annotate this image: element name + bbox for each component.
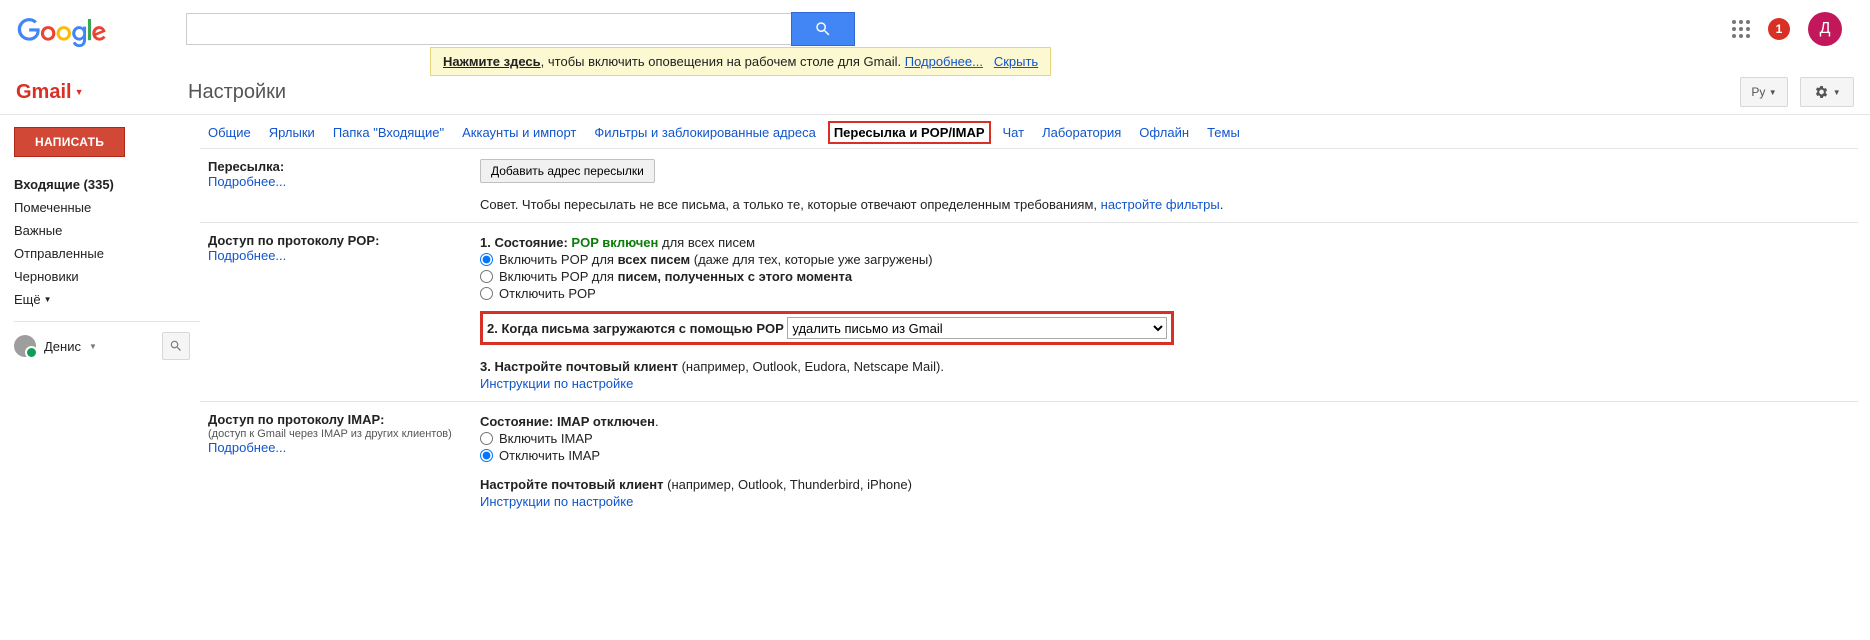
caret-down-icon: ▼ <box>44 295 52 304</box>
tab-0[interactable]: Общие <box>208 125 251 140</box>
tab-8[interactable]: Офлайн <box>1139 125 1189 140</box>
language-button[interactable]: Ру ▼ <box>1740 77 1788 107</box>
notice-hide-link[interactable]: Скрыть <box>994 54 1038 69</box>
forwarding-tip: Совет. Чтобы пересылать не все письма, а… <box>480 197 1850 212</box>
notice-more-link[interactable]: Подробнее... <box>905 54 983 69</box>
sidebar-item-0[interactable]: Входящие (335) <box>14 173 200 196</box>
forwarding-label: Пересылка: <box>208 159 480 174</box>
tab-7[interactable]: Лаборатория <box>1042 125 1121 140</box>
tab-highlight: Пересылка и POP/IMAP <box>828 121 991 144</box>
search-icon <box>814 20 832 38</box>
apps-icon[interactable] <box>1732 20 1750 38</box>
tab-6[interactable]: Чат <box>1003 125 1025 140</box>
imap-label: Доступ по протоколу IMAP: <box>208 412 480 427</box>
pop-option-now[interactable]: Включить POP для писем, полученных с это… <box>480 269 1850 284</box>
pop-label: Доступ по протоколу POP: <box>208 233 480 248</box>
pop-option-off[interactable]: Отключить POP <box>480 286 1850 301</box>
presence-icon <box>14 335 36 357</box>
tab-4[interactable]: Фильтры и заблокированные адреса <box>594 125 815 140</box>
pop-action-highlight: 2. Когда письма загружаются с помощью PO… <box>480 311 1174 345</box>
hangouts-user[interactable]: Денис <box>44 339 81 354</box>
imap-more-link[interactable]: Подробнее... <box>208 440 286 455</box>
pop-action-select[interactable]: удалить письмо из Gmail <box>787 317 1167 339</box>
sidebar-item-4[interactable]: Черновики <box>14 265 200 288</box>
sidebar-item-3[interactable]: Отправленные <box>14 242 200 265</box>
search-input[interactable] <box>186 13 791 45</box>
imap-client-config: Настройте почтовый клиент (например, Out… <box>480 477 1850 492</box>
pop-option-all[interactable]: Включить POP для всех писем (даже для те… <box>480 252 1850 267</box>
imap-instructions-link[interactable]: Инструкции по настройке <box>480 494 633 509</box>
google-logo[interactable] <box>16 12 166 51</box>
sidebar-more[interactable]: Ещё▼ <box>14 288 200 311</box>
hangouts-search-button[interactable] <box>162 332 190 360</box>
caret-down-icon: ▼ <box>1769 88 1777 97</box>
pop-state: 1. Состояние: POP включен для всех писем <box>480 235 1850 250</box>
tab-9[interactable]: Темы <box>1207 125 1240 140</box>
tab-3[interactable]: Аккаунты и импорт <box>462 125 576 140</box>
tab-2[interactable]: Папка "Входящие" <box>333 125 444 140</box>
imap-option-off[interactable]: Отключить IMAP <box>480 448 1850 463</box>
gear-icon <box>1813 84 1829 100</box>
pop-more-link[interactable]: Подробнее... <box>208 248 286 263</box>
imap-option-on[interactable]: Включить IMAP <box>480 431 1850 446</box>
filters-link[interactable]: настройте фильтры <box>1101 197 1220 212</box>
caret-down-icon: ▼ <box>1833 88 1841 97</box>
tab-5[interactable]: Пересылка и POP/IMAP <box>834 125 985 140</box>
search-button[interactable] <box>791 12 855 46</box>
caret-down-icon: ▼ <box>75 87 84 97</box>
forwarding-more-link[interactable]: Подробнее... <box>208 174 286 189</box>
desktop-notice: Нажмите здесь, чтобы включить оповещения… <box>430 47 1051 76</box>
pop-client-config: 3. Настройте почтовый клиент (например, … <box>480 359 1850 374</box>
caret-down-icon[interactable]: ▼ <box>89 342 97 351</box>
notification-badge[interactable]: 1 <box>1768 18 1790 40</box>
imap-sublabel: (доступ к Gmail через IMAP из других кли… <box>208 428 480 440</box>
sidebar-item-1[interactable]: Помеченные <box>14 196 200 219</box>
pop-instructions-link[interactable]: Инструкции по настройке <box>480 376 633 391</box>
gmail-brand[interactable]: Gmail▼ <box>16 81 186 104</box>
settings-gear-button[interactable]: ▼ <box>1800 77 1854 107</box>
notice-cta[interactable]: Нажмите здесь <box>443 54 541 69</box>
search-icon <box>169 339 183 353</box>
tab-1[interactable]: Ярлыки <box>269 125 315 140</box>
avatar[interactable]: Д <box>1808 12 1842 46</box>
imap-state: Состояние: IMAP отключен. <box>480 414 1850 429</box>
compose-button[interactable]: НАПИСАТЬ <box>14 127 125 157</box>
add-forward-address-button[interactable]: Добавить адрес пересылки <box>480 159 655 183</box>
page-title: Настройки <box>188 81 286 104</box>
sidebar-item-2[interactable]: Важные <box>14 219 200 242</box>
